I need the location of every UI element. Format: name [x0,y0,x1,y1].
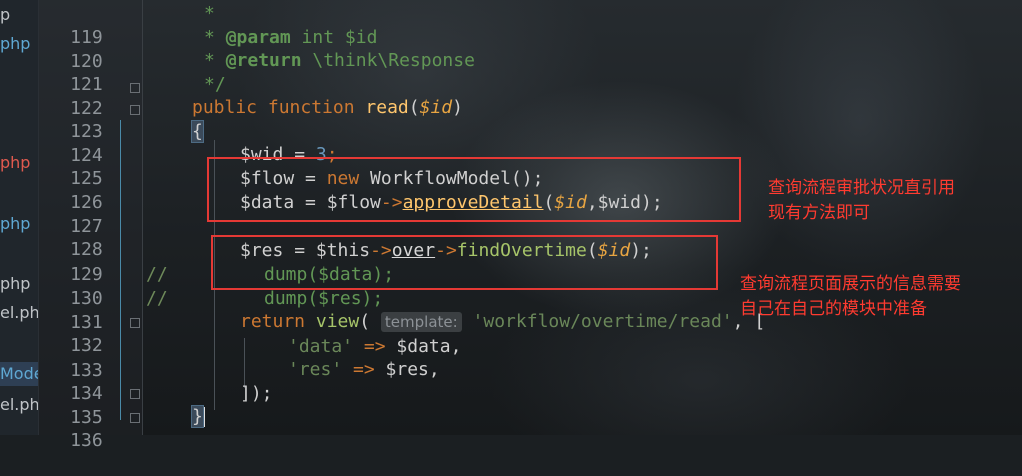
closing-brackets: ]); [240,383,273,404]
function-call[interactable]: view [316,311,359,332]
code-line[interactable]: 132 return view( template: 'workflow/ove… [38,310,765,356]
string-literal: 'res' [288,359,343,380]
brace-match: { [191,120,204,143]
code-line[interactable]: 123 public function read($id) [38,96,463,142]
doc-comment: */ [204,74,226,95]
sidebar-file-item[interactable]: php [0,151,30,175]
line-comment-marker: // [146,264,168,285]
keyword: return [240,311,306,332]
code-line[interactable]: 127 $data = $flow->approveDetail($id,$wi… [38,191,663,237]
variable: $data, [396,336,462,357]
brace-match: } [191,405,204,428]
text-cursor [202,407,205,427]
fold-marker-icon[interactable] [130,318,140,328]
doc-tag: @param [225,27,291,48]
fold-marker-icon[interactable] [130,413,140,423]
code-line[interactable]: 121 * @return \think\Response [38,49,475,95]
keyword: public [192,97,258,118]
string-literal: 'workflow/overtime/read' [472,311,733,332]
line-comment-marker: // [146,288,168,309]
code-line[interactable]: 126 $flow = new WorkflowModel(); [38,167,543,213]
doc-comment: * [204,3,215,24]
code-line[interactable]: 129 $res = $this->over->findOvertime($id… [38,239,652,285]
indent-guide [244,338,245,388]
sidebar-file-item[interactable]: php [0,212,30,236]
code-line[interactable]: 130 // dump($data); [38,263,394,309]
arrow-operator: => [342,359,386,380]
sidebar-file-item[interactable]: php [0,272,30,296]
code-line[interactable]: 136 } [38,405,205,451]
parameter-hint: template: [380,312,462,332]
annotation-box [211,235,718,290]
code-line[interactable]: 125 $wid = 3; [38,143,337,189]
code-line[interactable]: 124 { [38,120,204,166]
arrow-operator: => [353,336,397,357]
doc-comment: * [204,50,226,71]
variable: $res, [385,359,440,380]
keyword: function [267,97,355,118]
line-number: 136 [70,429,103,451]
string-literal: 'data' [288,336,354,357]
code-line[interactable]: 122 */ [38,73,226,119]
sidebar-file-item[interactable]: php [0,32,30,56]
fold-marker-icon[interactable] [130,389,140,399]
annotation-note: 查询流程页面展示的信息需要 自己在自己的模块中准备 [740,274,961,319]
annotation-note: 查询流程审批状况直引用 现有方法即可 [768,178,955,223]
indent-guide [120,120,121,420]
project-file-sidebar[interactable]: p php php php php el.ph Mode el.ph [0,0,39,435]
code-line[interactable]: 120 * @param int $id [38,26,377,72]
parameter: $id [419,97,453,118]
fold-marker-icon[interactable] [130,105,140,115]
code-line[interactable]: 135 ]); [38,382,272,428]
doc-comment: int $id [290,27,378,48]
doc-comment: \think\Response [301,50,475,71]
function-name: read [365,97,409,118]
gutter-separator [142,0,143,435]
code-line[interactable]: 128 [38,214,103,260]
paren: ( [408,97,420,118]
fold-marker-icon[interactable] [130,83,140,93]
annotation-box [207,157,741,222]
code-line[interactable]: 131 // dump($res); [38,287,383,333]
doc-comment: * [204,27,226,48]
commented-code: dump($res); [264,288,384,309]
code-line[interactable]: 119 * [38,2,215,48]
code-line[interactable]: 134 'res' => $res, [38,358,440,404]
sidebar-file-item[interactable]: el.ph [0,393,38,417]
doc-tag: @return [225,50,302,71]
paren: ( [359,311,381,332]
sidebar-file-item[interactable]: el.ph [0,301,38,325]
paren: ) [452,97,463,118]
sidebar-file-item-selected[interactable]: Mode [0,362,38,386]
sidebar-file-item[interactable]: p [0,3,10,27]
code-line[interactable]: 133 'data' => $data, [38,335,461,381]
